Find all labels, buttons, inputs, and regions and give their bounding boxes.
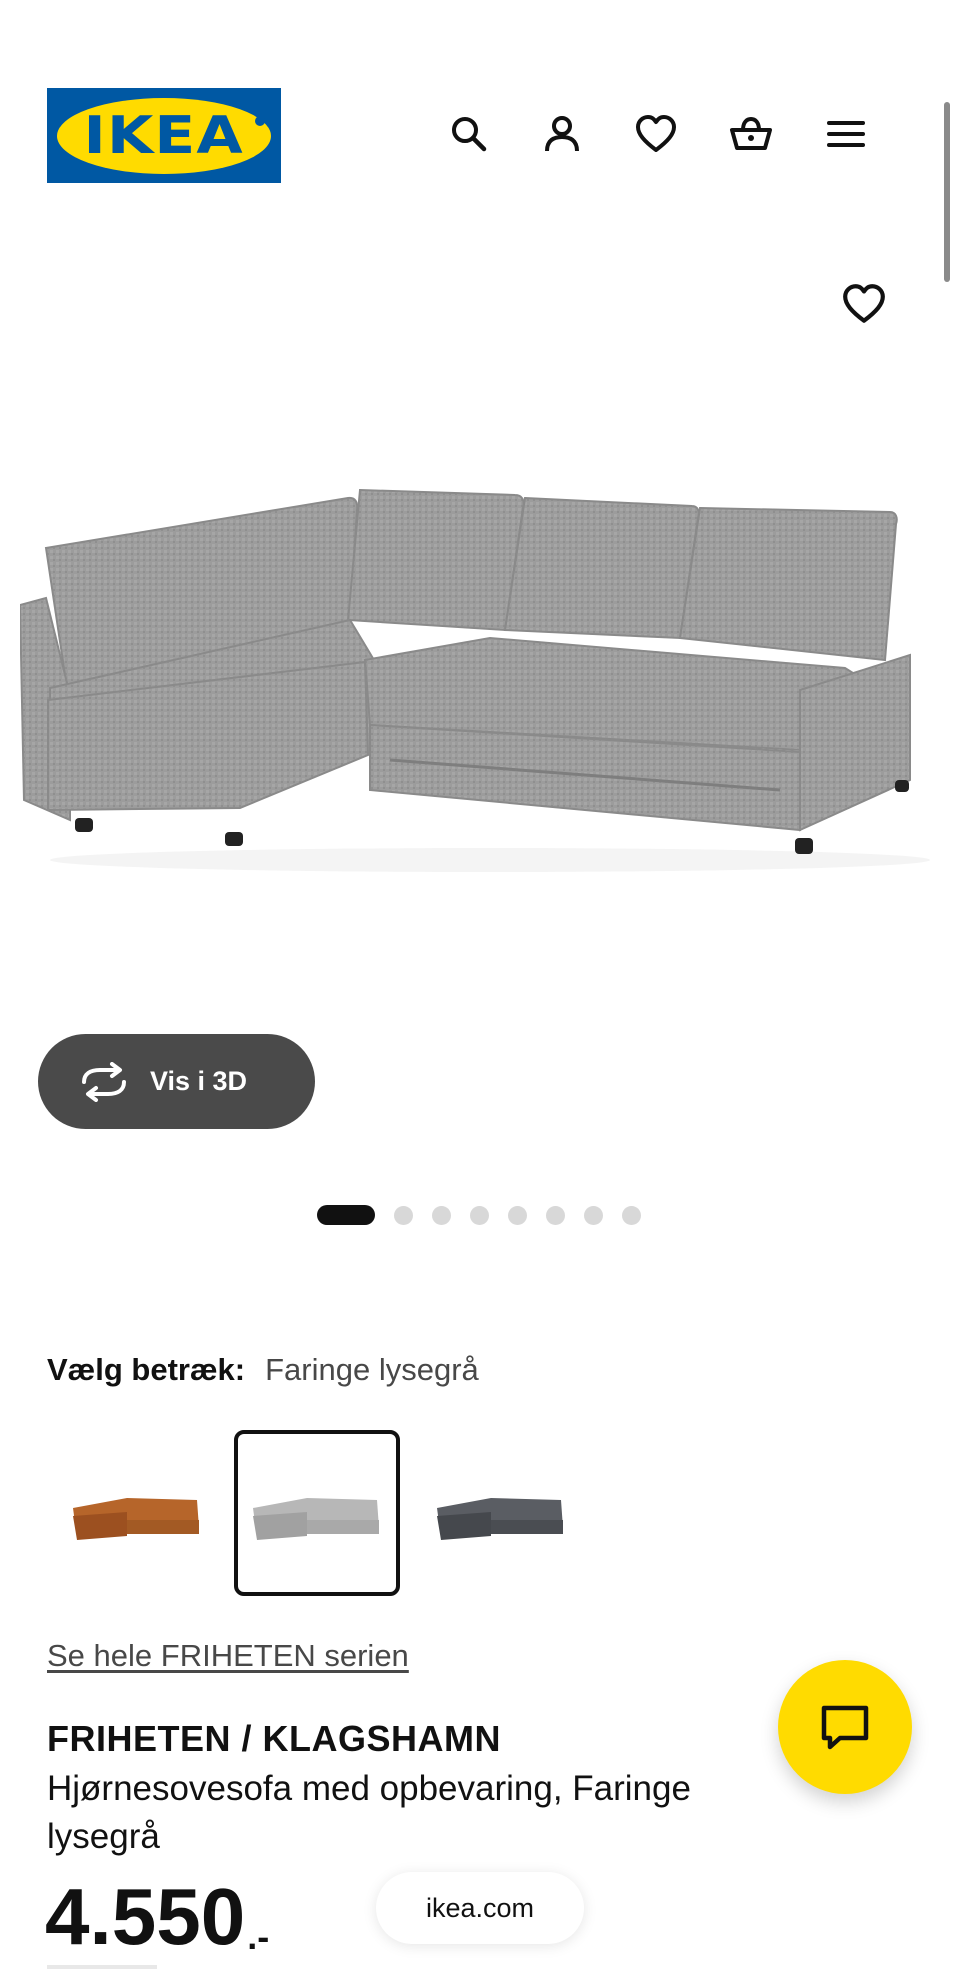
pagination-dot[interactable] <box>432 1205 451 1225</box>
sofa-thumbnail <box>253 1498 379 1540</box>
swatch-dark-grey[interactable] <box>418 1430 584 1596</box>
pagination-dot[interactable] <box>470 1205 489 1225</box>
rotate-3d-icon <box>82 1061 126 1102</box>
registered-mark <box>255 116 265 126</box>
view-in-3d-label: Vis i 3D <box>150 1066 248 1096</box>
price-amount: 4.550 <box>45 1872 246 1961</box>
heart-icon <box>843 284 885 323</box>
cover-label: Vælg betræk: <box>47 1352 246 1387</box>
truncated-text-below <box>47 1965 157 1969</box>
user-icon[interactable] <box>538 110 586 158</box>
chat-icon <box>821 1705 869 1750</box>
sofa-illustration <box>18 488 930 872</box>
cover-selector-heading: Vælg betræk: Faringe lysegrå <box>47 1352 479 1388</box>
image-pagination <box>317 1205 660 1225</box>
pagination-dot[interactable] <box>508 1205 527 1225</box>
heart-icon[interactable] <box>632 110 680 158</box>
product-image[interactable] <box>18 460 940 880</box>
swatch-light-grey-selected[interactable] <box>234 1430 400 1596</box>
pagination-dot[interactable] <box>622 1205 641 1225</box>
ikea-logo[interactable]: IKEA <box>47 88 281 183</box>
search-icon[interactable] <box>445 110 493 158</box>
cover-swatches <box>62 1430 584 1596</box>
menu-icon[interactable] <box>822 110 870 158</box>
pagination-dot[interactable] <box>546 1205 565 1225</box>
pagination-dot[interactable] <box>394 1205 413 1225</box>
pagination-dot-active[interactable] <box>317 1205 375 1225</box>
browser-url-bar[interactable]: ikea.com <box>376 1872 584 1944</box>
logo-oval: IKEA <box>57 97 271 174</box>
sofa-thumbnail <box>73 1498 199 1540</box>
product-description: Hjørnesovesofa med opbevaring, Faringe l… <box>47 1769 691 1856</box>
chat-button[interactable] <box>778 1660 912 1794</box>
product-price: 4.550 .- <box>45 1872 269 1962</box>
pagination-dot[interactable] <box>584 1205 603 1225</box>
scrollbar[interactable] <box>944 102 950 282</box>
product-name: FRIHETEN / KLAGSHAMN <box>47 1718 501 1759</box>
browser-url-text: ikea.com <box>425 1892 535 1923</box>
price-suffix: .- <box>247 1916 270 1957</box>
add-to-favorites-button[interactable] <box>838 278 890 330</box>
basket-icon[interactable] <box>727 110 775 158</box>
site-header: IKEA <box>0 0 960 230</box>
view-in-3d-button[interactable]: Vis i 3D <box>38 1034 315 1129</box>
cover-selected-value: Faringe lysegrå <box>265 1352 479 1387</box>
swatch-cognac[interactable] <box>62 1430 212 1596</box>
sofa-thumbnail <box>437 1498 563 1540</box>
series-link[interactable]: Se hele FRIHETEN serien <box>47 1638 409 1674</box>
logo-text: IKEA <box>83 105 245 166</box>
